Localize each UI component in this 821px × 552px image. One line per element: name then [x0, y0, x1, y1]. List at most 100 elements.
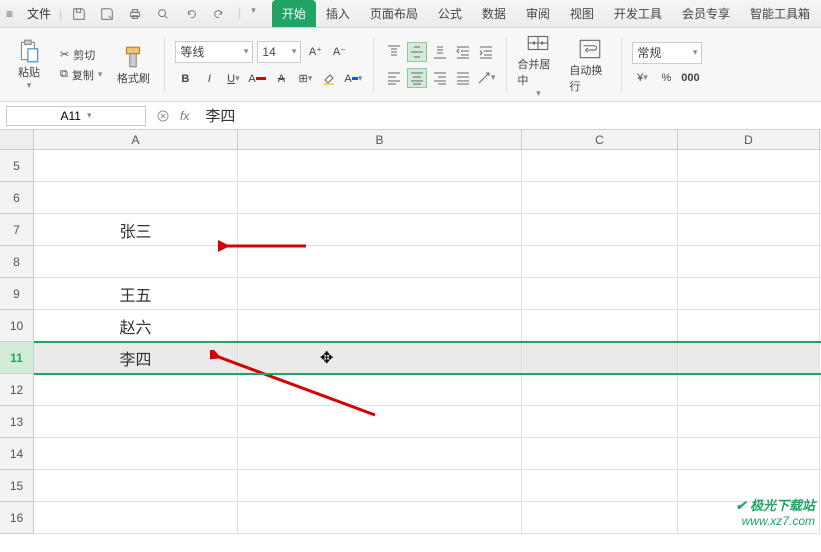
table-row[interactable]: 8	[0, 246, 821, 278]
cell[interactable]	[238, 438, 522, 470]
cell[interactable]	[238, 502, 522, 534]
strikethrough-button[interactable]: A	[271, 69, 291, 89]
cell[interactable]	[34, 374, 238, 406]
cell[interactable]: 王五	[34, 278, 238, 310]
cell[interactable]	[238, 406, 522, 438]
cell[interactable]	[34, 406, 238, 438]
align-middle-icon[interactable]	[407, 42, 427, 62]
cell[interactable]	[678, 374, 820, 406]
row-header[interactable]: 6	[0, 182, 34, 214]
tab-insert[interactable]: 插入	[316, 0, 360, 27]
row-header[interactable]: 5	[0, 150, 34, 182]
save-as-icon[interactable]	[98, 5, 116, 23]
format-painter-button[interactable]: 格式刷	[112, 44, 154, 86]
cut-button[interactable]: ✂剪切	[60, 47, 95, 63]
row-header[interactable]: 14	[0, 438, 34, 470]
bold-button[interactable]: B	[175, 69, 195, 89]
currency-icon[interactable]: ¥▾	[632, 68, 652, 88]
cell[interactable]	[522, 182, 678, 214]
cell[interactable]	[238, 246, 522, 278]
font-color-button[interactable]: A	[247, 69, 267, 89]
formula-input[interactable]: 李四	[199, 105, 821, 126]
cell[interactable]	[34, 470, 238, 502]
cell[interactable]	[522, 374, 678, 406]
name-box[interactable]: A11 ▾	[6, 106, 146, 126]
print-preview-icon[interactable]	[154, 5, 172, 23]
align-left-icon[interactable]	[384, 68, 404, 88]
table-row[interactable]: 12	[0, 374, 821, 406]
align-right-icon[interactable]	[430, 68, 450, 88]
cell[interactable]	[522, 406, 678, 438]
orientation-icon[interactable]: ▾	[476, 68, 496, 88]
align-center-icon[interactable]	[407, 68, 427, 88]
column-header-a[interactable]: A	[34, 130, 238, 149]
cell[interactable]	[678, 214, 820, 246]
increase-font-icon[interactable]: A⁺	[305, 42, 325, 62]
cell[interactable]	[238, 310, 522, 342]
column-header-d[interactable]: D	[678, 130, 820, 149]
cell[interactable]	[238, 214, 522, 246]
cell[interactable]	[34, 502, 238, 534]
border-button[interactable]: ⊞▾	[295, 69, 315, 89]
row-header[interactable]: 8	[0, 246, 34, 278]
file-menu[interactable]: 文件	[19, 5, 59, 22]
wrap-text-button[interactable]: 自动换行	[569, 36, 611, 94]
cell[interactable]	[522, 150, 678, 182]
font-name-combo[interactable]: 等线▾	[175, 41, 253, 63]
cancel-icon[interactable]	[156, 109, 170, 123]
cell[interactable]	[678, 278, 820, 310]
cell[interactable]	[678, 310, 820, 342]
number-format-combo[interactable]: 常规▾	[632, 42, 702, 64]
font-size-combo[interactable]: 14▾	[257, 41, 301, 63]
italic-button[interactable]: I	[199, 69, 219, 89]
column-header-c[interactable]: C	[522, 130, 678, 149]
tab-dev[interactable]: 开发工具	[604, 0, 672, 27]
tab-review[interactable]: 审阅	[516, 0, 560, 27]
tab-smart[interactable]: 智能工具箱	[740, 0, 820, 27]
qat-dropdown-icon[interactable]: ▾	[251, 5, 256, 23]
row-header[interactable]: 7	[0, 214, 34, 246]
underline-button[interactable]: U▾	[223, 69, 243, 89]
table-row[interactable]: 16	[0, 502, 821, 534]
justify-icon[interactable]	[453, 68, 473, 88]
row-header[interactable]: 10	[0, 310, 34, 342]
cell[interactable]	[522, 278, 678, 310]
cell[interactable]: 李四	[34, 342, 238, 374]
table-row[interactable]: 7张三	[0, 214, 821, 246]
table-row[interactable]: 14	[0, 438, 821, 470]
cell[interactable]	[238, 342, 522, 374]
cell[interactable]: 赵六	[34, 310, 238, 342]
row-header[interactable]: 16	[0, 502, 34, 534]
cell[interactable]	[238, 470, 522, 502]
table-row[interactable]: 9王五	[0, 278, 821, 310]
cell[interactable]	[34, 182, 238, 214]
cell[interactable]	[238, 374, 522, 406]
row-header[interactable]: 11	[0, 342, 34, 374]
save-icon[interactable]	[70, 5, 88, 23]
cell[interactable]	[522, 502, 678, 534]
cell[interactable]	[522, 246, 678, 278]
decrease-font-icon[interactable]: A⁻	[329, 42, 349, 62]
cell[interactable]: 张三	[34, 214, 238, 246]
cell[interactable]	[238, 182, 522, 214]
redo-icon[interactable]	[210, 5, 228, 23]
print-icon[interactable]	[126, 5, 144, 23]
menu-icon[interactable]: ≡	[0, 7, 19, 21]
tab-data[interactable]: 数据	[472, 0, 516, 27]
indent-increase-icon[interactable]	[476, 42, 496, 62]
font-effects-button[interactable]: A▾	[343, 69, 363, 89]
column-header-b[interactable]: B	[238, 130, 522, 149]
fill-color-button[interactable]	[319, 69, 339, 89]
indent-decrease-icon[interactable]	[453, 42, 473, 62]
undo-icon[interactable]	[182, 5, 200, 23]
tab-formula[interactable]: 公式	[428, 0, 472, 27]
row-header[interactable]: 9	[0, 278, 34, 310]
row-header[interactable]: 15	[0, 470, 34, 502]
tab-start[interactable]: 开始	[272, 0, 316, 27]
table-row[interactable]: 13	[0, 406, 821, 438]
copy-button[interactable]: ⧉复制▾	[60, 67, 102, 83]
cell[interactable]	[678, 406, 820, 438]
cell[interactable]	[522, 342, 678, 374]
row-header[interactable]: 13	[0, 406, 34, 438]
tab-view[interactable]: 视图	[560, 0, 604, 27]
